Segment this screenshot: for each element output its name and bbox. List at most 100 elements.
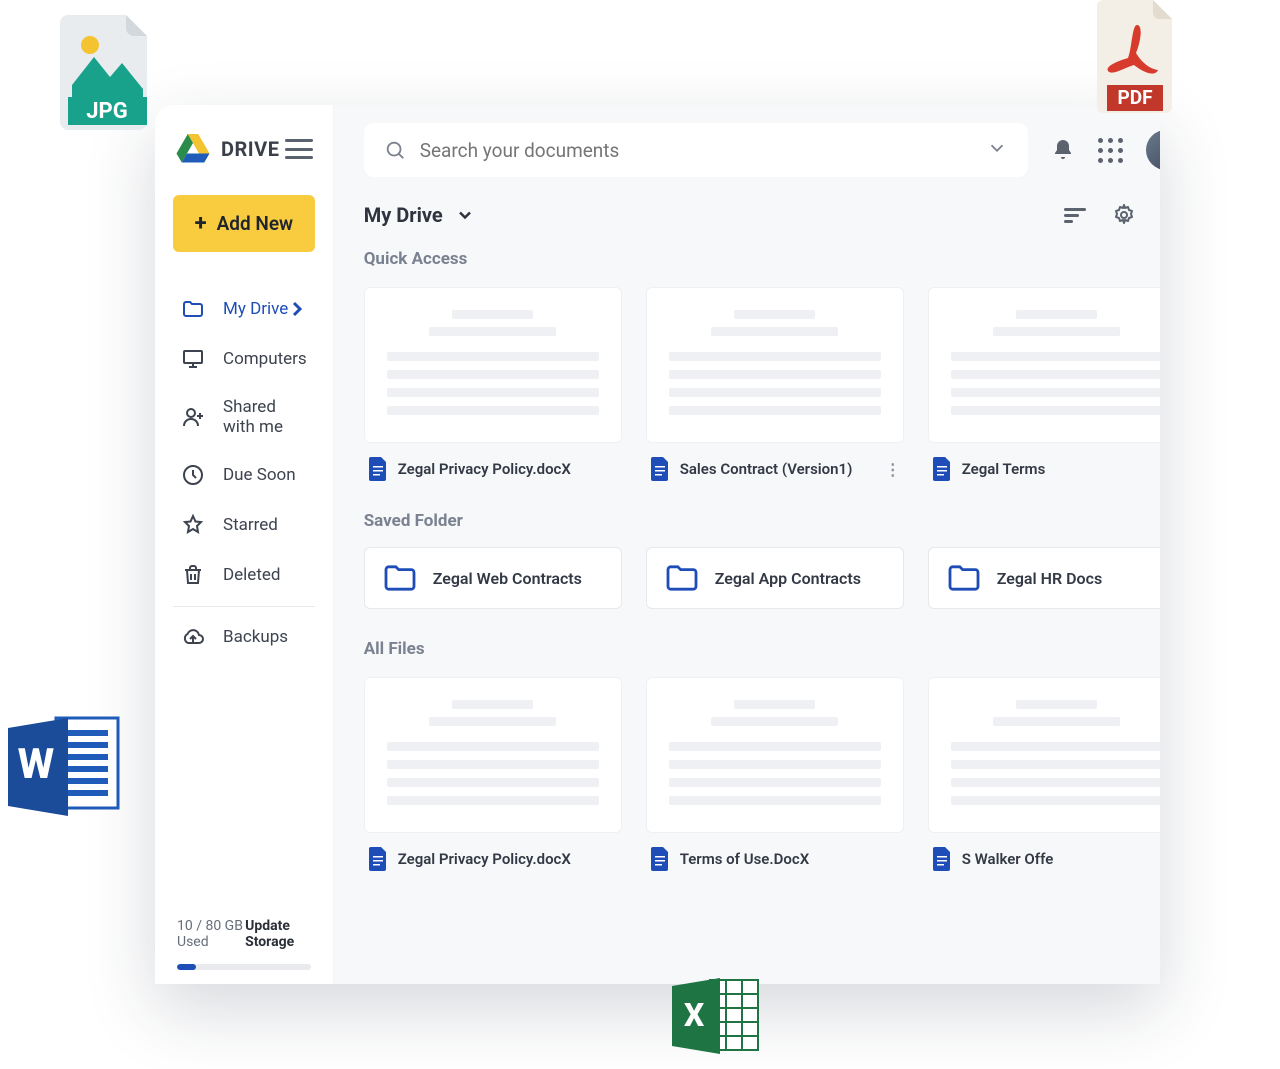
folder-name: Zegal App Contracts bbox=[715, 569, 861, 588]
folder-icon bbox=[181, 297, 205, 321]
drive-logo-icon bbox=[175, 133, 211, 165]
folder-card[interactable]: Zegal Web Contracts bbox=[364, 547, 622, 609]
quick-access-row: Zegal Privacy Policy.docX Sales Contract… bbox=[364, 287, 1160, 481]
breadcrumb[interactable]: My Drive bbox=[364, 203, 475, 227]
doc-preview bbox=[928, 677, 1160, 833]
excel-file-deco-icon: X bbox=[672, 972, 762, 1062]
search-dropdown-toggle[interactable] bbox=[986, 137, 1008, 163]
sort-button[interactable] bbox=[1064, 208, 1086, 223]
chevron-down-icon bbox=[455, 205, 475, 225]
sidebar-nav: My Drive Computers Shared with me Due So… bbox=[173, 284, 315, 918]
search-box[interactable] bbox=[364, 123, 1028, 177]
all-files-row: Zegal Privacy Policy.docX Terms of Use.D… bbox=[364, 677, 1160, 871]
clock-icon bbox=[181, 463, 205, 487]
svg-text:PDF: PDF bbox=[1117, 86, 1153, 109]
doc-name: Zegal Terms bbox=[962, 460, 1160, 478]
doc-name: Zegal Privacy Policy.docX bbox=[398, 850, 618, 868]
document-icon bbox=[650, 457, 670, 481]
document-icon bbox=[368, 847, 388, 871]
jpg-file-deco-icon: JPG bbox=[60, 15, 155, 130]
topbar bbox=[334, 105, 1160, 195]
storage-used-text: 10 / 80 GB Used bbox=[177, 918, 245, 950]
section-title-saved-folder: Saved Folder bbox=[364, 511, 463, 531]
main-panel: My Drive Quick Access Zegal Privacy Poli… bbox=[334, 105, 1160, 984]
add-new-button[interactable]: + Add New bbox=[173, 195, 315, 252]
doc-card[interactable]: Sales Contract (Version1) ⋮ bbox=[646, 287, 904, 481]
folder-name: Zegal Web Contracts bbox=[433, 569, 582, 588]
add-new-label: Add New bbox=[217, 212, 294, 235]
folder-card[interactable]: Zegal HR Docs bbox=[928, 547, 1160, 609]
storage-info: 10 / 80 GB Used Update Storage bbox=[173, 918, 315, 956]
search-icon bbox=[384, 139, 406, 161]
doc-preview bbox=[364, 677, 622, 833]
content-area: My Drive Quick Access Zegal Privacy Poli… bbox=[334, 195, 1160, 901]
breadcrumb-label: My Drive bbox=[364, 203, 443, 227]
svg-text:X: X bbox=[684, 996, 705, 1034]
document-icon bbox=[932, 847, 952, 871]
sidebar-item-computers[interactable]: Computers bbox=[173, 334, 315, 384]
storage-bar-fill bbox=[177, 964, 196, 970]
doc-card[interactable]: Terms of Use.DocX bbox=[646, 677, 904, 871]
doc-preview bbox=[646, 677, 904, 833]
doc-preview bbox=[646, 287, 904, 443]
nav-label: Backups bbox=[223, 627, 288, 647]
section-title-all-files: All Files bbox=[364, 639, 1160, 659]
notifications-button[interactable] bbox=[1050, 137, 1076, 163]
doc-preview bbox=[364, 287, 622, 443]
doc-card[interactable]: Zegal Privacy Policy.docX bbox=[364, 287, 622, 481]
cloud-icon bbox=[181, 625, 205, 649]
trash-icon bbox=[181, 563, 205, 587]
app-window: DRIVE + Add New My Drive Computers Share… bbox=[155, 105, 1160, 984]
menu-toggle-button[interactable] bbox=[285, 139, 313, 159]
storage-bar bbox=[177, 964, 311, 970]
view-actions bbox=[1064, 203, 1160, 227]
nav-label: Due Soon bbox=[223, 465, 296, 485]
sidebar-item-my-drive[interactable]: My Drive bbox=[173, 284, 315, 334]
sidebar-item-starred[interactable]: Starred bbox=[173, 500, 315, 550]
folder-icon bbox=[383, 564, 417, 592]
doc-more-button[interactable]: ⋮ bbox=[885, 460, 900, 479]
folder-card[interactable]: Zegal App Contracts bbox=[646, 547, 904, 609]
search-input[interactable] bbox=[420, 139, 972, 162]
sidebar-item-due-soon[interactable]: Due Soon bbox=[173, 450, 315, 500]
computer-icon bbox=[181, 347, 205, 371]
apps-grid-icon bbox=[1098, 138, 1123, 163]
doc-card[interactable]: S Walker Offe bbox=[928, 677, 1160, 871]
folder-name: Zegal HR Docs bbox=[997, 569, 1102, 588]
document-icon bbox=[650, 847, 670, 871]
nav-label: Starred bbox=[223, 515, 278, 535]
chevron-right-icon bbox=[285, 297, 309, 321]
doc-name: Zegal Privacy Policy.docX bbox=[398, 460, 618, 478]
doc-card[interactable]: Zegal Terms bbox=[928, 287, 1160, 481]
plus-icon: + bbox=[195, 211, 207, 236]
pdf-file-deco-icon: PDF bbox=[1095, 0, 1180, 115]
update-storage-link[interactable]: Update Storage bbox=[245, 918, 311, 950]
app-name: DRIVE bbox=[221, 137, 279, 161]
sidebar-item-shared[interactable]: Shared with me bbox=[173, 384, 315, 450]
svg-text:JPG: JPG bbox=[86, 99, 127, 124]
svg-text:W: W bbox=[18, 740, 55, 789]
doc-name: S Walker Offe bbox=[962, 850, 1160, 868]
folder-icon bbox=[665, 564, 699, 592]
settings-button[interactable] bbox=[1112, 203, 1136, 227]
nav-label: Deleted bbox=[223, 565, 280, 585]
doc-preview bbox=[928, 287, 1160, 443]
word-file-deco-icon: W bbox=[8, 710, 123, 825]
sidebar-item-backups[interactable]: Backups bbox=[173, 606, 315, 662]
saved-folder-row: Zegal Web Contracts Zegal App Contracts … bbox=[364, 547, 1160, 609]
nav-label: Computers bbox=[223, 349, 307, 369]
apps-button[interactable] bbox=[1098, 137, 1124, 163]
section-title-quick-access: Quick Access bbox=[364, 249, 1160, 269]
app-logo: DRIVE bbox=[175, 133, 279, 165]
document-icon bbox=[368, 457, 388, 481]
document-icon bbox=[932, 457, 952, 481]
star-icon bbox=[181, 513, 205, 537]
doc-name: Sales Contract (Version1) bbox=[680, 460, 875, 478]
folder-icon bbox=[947, 564, 981, 592]
doc-card[interactable]: Zegal Privacy Policy.docX bbox=[364, 677, 622, 871]
user-avatar[interactable] bbox=[1146, 130, 1160, 170]
nav-label: Shared with me bbox=[223, 397, 307, 437]
bell-icon bbox=[1051, 138, 1075, 162]
sidebar-item-deleted[interactable]: Deleted bbox=[173, 550, 315, 600]
nav-label: My Drive bbox=[223, 299, 288, 319]
